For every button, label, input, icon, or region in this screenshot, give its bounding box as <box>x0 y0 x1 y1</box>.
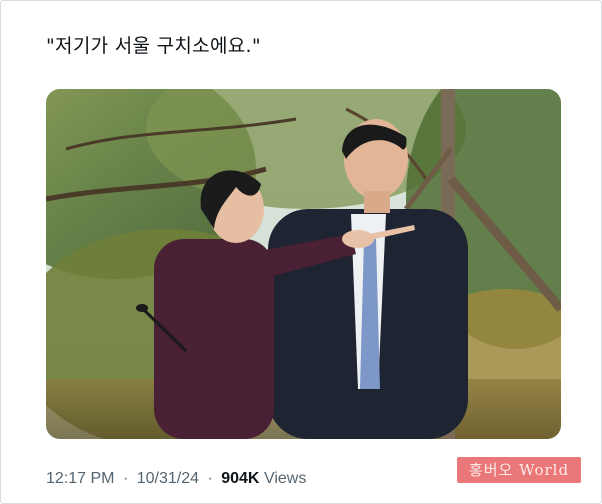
post-meta: 12:17 PM · 10/31/24 · 904K Views <box>46 470 306 488</box>
post-card: "저기가 서울 구치소에요." 12:17 PM · 10/31/24 · 90… <box>0 0 602 504</box>
watermark: 홍버오 World <box>457 457 581 483</box>
post-time[interactable]: 12:17 PM <box>46 470 114 487</box>
photo-illustration <box>46 89 561 439</box>
post-photo[interactable] <box>46 89 561 439</box>
views-count[interactable]: 904K <box>221 470 259 487</box>
separator-dot: · <box>207 470 213 487</box>
views-label: Views <box>263 470 307 487</box>
separator-dot: · <box>122 470 129 487</box>
post-date[interactable]: 10/31/24 <box>137 470 199 487</box>
post-text: "저기가 서울 구치소에요." <box>46 35 261 57</box>
